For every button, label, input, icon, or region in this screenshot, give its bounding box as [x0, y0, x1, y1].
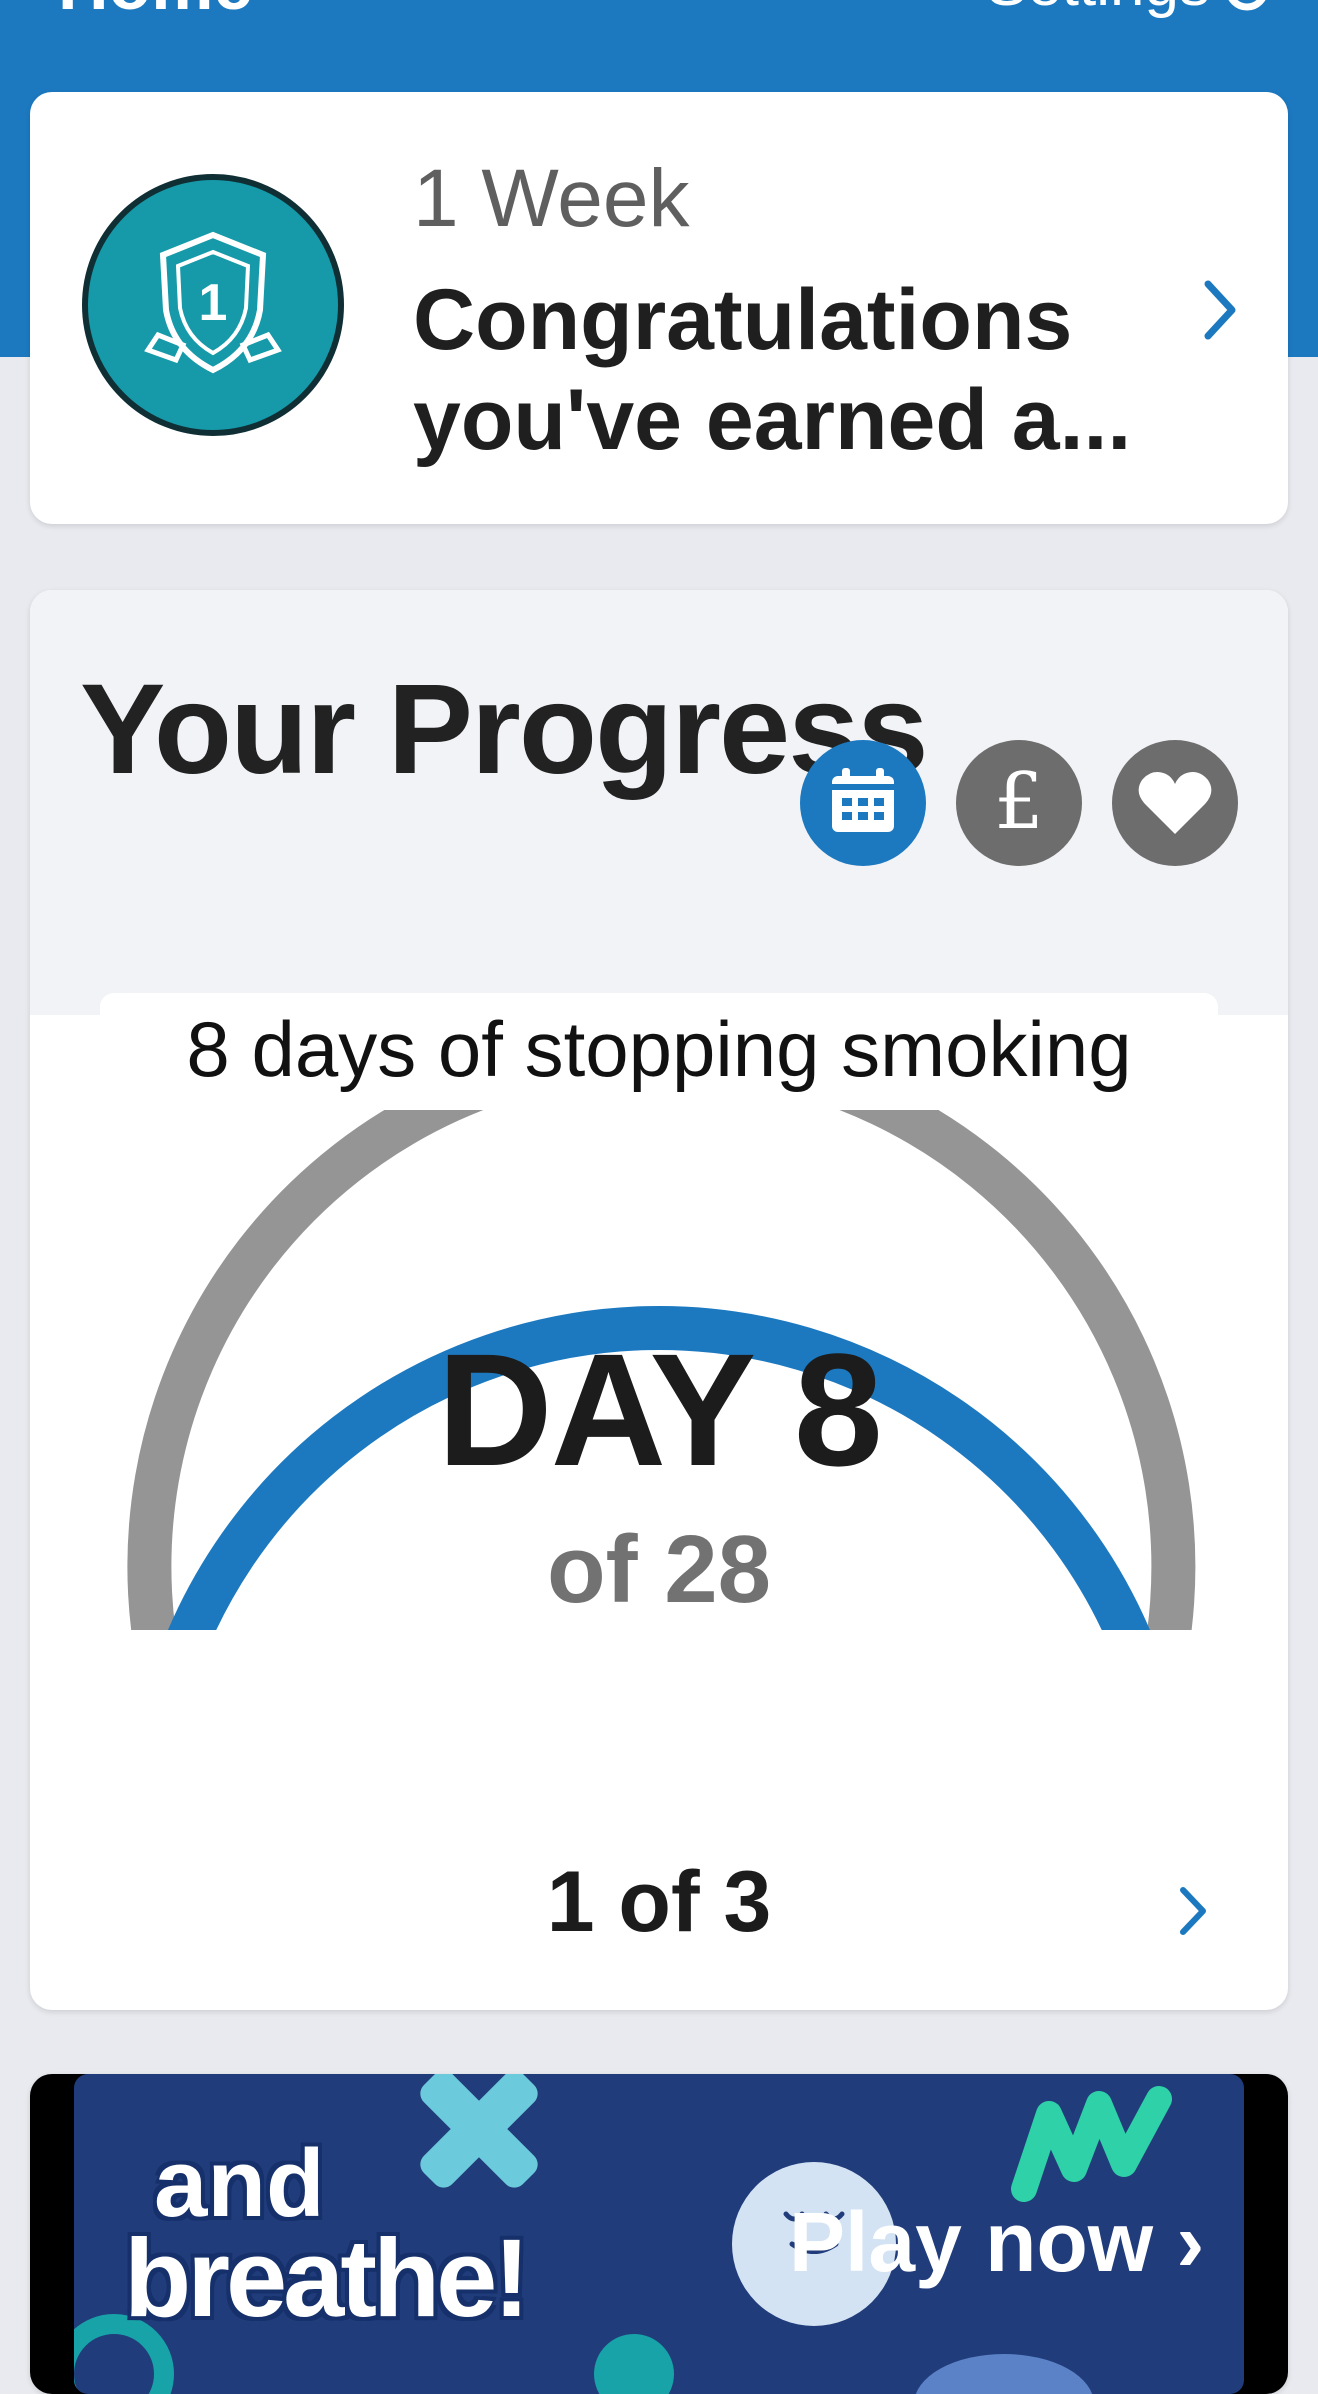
chevron-right-icon[interactable]	[1178, 1885, 1208, 1937]
play-now-button[interactable]: Play now ›	[789, 2192, 1204, 2292]
award-message: Congratulations you've earned a...	[413, 272, 1132, 468]
chevron-right-icon[interactable]	[1202, 278, 1238, 342]
badge-number: 1	[199, 274, 228, 332]
gear-icon[interactable]	[1218, 0, 1276, 18]
progress-header: Your Progress £	[30, 590, 1288, 1015]
settings-link[interactable]: Settings	[986, 0, 1210, 20]
current-day: DAY 8	[437, 1320, 883, 1499]
health-tab-button[interactable]	[1112, 740, 1238, 866]
heart-icon	[1138, 772, 1212, 834]
award-period: 1 Week	[413, 153, 690, 244]
promo-title-line2: breathe!	[124, 2217, 530, 2340]
shield-badge-icon: 1	[144, 231, 282, 374]
money-tab-button[interactable]: £	[956, 740, 1082, 866]
calendar-icon	[832, 768, 894, 832]
svg-text:£: £	[994, 757, 1044, 847]
award-card[interactable]: 1 1 Week Congratulations you've earned a…	[30, 92, 1288, 524]
award-badge: 1	[82, 174, 344, 436]
promo-artwork: and breathe! Play now ›	[74, 2074, 1244, 2394]
calendar-tab-button[interactable]	[800, 740, 926, 866]
progress-card: Your Progress £ 8 days of stopping smoki…	[30, 590, 1288, 2010]
pound-icon: £	[994, 757, 1044, 847]
total-days: of 28	[546, 1516, 772, 1623]
promo-banner[interactable]: and breathe! Play now ›	[30, 2074, 1288, 2394]
page-title: Home	[58, 0, 252, 20]
page-indicator: 1 of 3	[546, 1854, 772, 1950]
days-stopped-label: 8 days of stopping smoking	[100, 993, 1218, 1105]
